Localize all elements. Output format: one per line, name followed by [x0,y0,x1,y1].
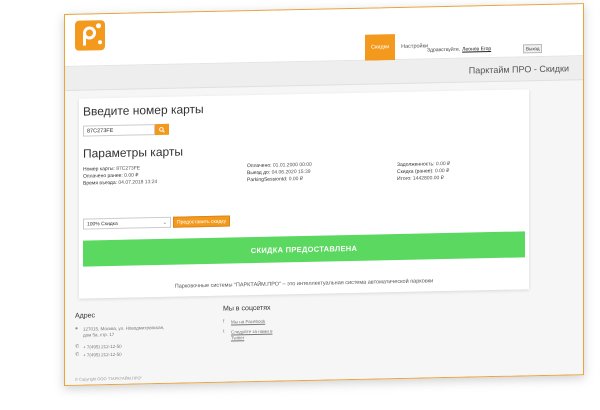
tagline-text: Парковочные системы "ПАРКТАЙМ.ПРО" – это… [174,278,434,290]
discount-select[interactable]: 100% Скидка ⌄ [83,216,171,230]
address-row: ● 127015, Москва, ул. Новодмитровская, д… [75,324,165,338]
address-heading: Адрес [75,312,96,320]
chevron-down-icon: ⌄ [162,219,167,226]
facebook-icon: f [223,318,225,325]
phone-row-1: ✆ + 7(495) 212-12-50 [75,343,122,350]
social-heading: Мы в соцсетях [223,304,271,313]
page-footer: Адрес ● 127015, Москва, ул. Новодмитровс… [65,296,583,387]
param-row: ParkingSessionId: 0.00 ₽ [247,175,304,184]
copyright-text: © Copyright ООО "ПАРКТАЙМ.ПРО" [75,375,142,382]
location-pin-icon: ● [75,325,79,332]
twitter-icon: t [223,328,225,335]
params-column-3: Задолженность: 0.00 ₽ Скидка (ранее): 0.… [397,161,450,183]
params-column-1: Номер карты: 87C273FE Оплачено ранее: 0.… [83,165,157,188]
discount-select-value: 100% Скидка [87,220,118,228]
search-button[interactable] [155,123,169,136]
card-params-heading: Параметры карты [83,144,184,161]
main-nav: Скидки Настройки [365,33,434,61]
user-name-link[interactable]: Леонов Егор [462,46,491,53]
card-number-input[interactable] [83,124,155,137]
facebook-row: f Мы на Facebook [223,319,265,326]
browser-window: Скидки Настройки Здравствуйте, Леонов Его… [64,3,584,387]
phone-icon: ✆ [75,343,80,350]
search-icon [159,126,165,133]
params-column-2: Оплачено: 01.01.2000 00:00 Выезд до: 04.… [247,162,312,184]
phone-icon: ✆ [75,351,80,358]
logout-button[interactable]: Выход [523,43,543,54]
facebook-link[interactable]: Мы на Facebook [231,319,265,326]
param-row: Время въезда: 04.07.2018 13:24 [83,179,158,187]
apply-discount-button[interactable]: Предоставить скидку [173,215,231,228]
screenshot-stage: Скидки Настройки Здравствуйте, Леонов Его… [0,0,600,410]
parktime-logo[interactable] [75,20,105,51]
card-panel: Введите номер карты Параметры карты Номе… [79,89,529,299]
tab-discounts[interactable]: Скидки [365,34,396,61]
page-title: Парктайм ПРО - Скидки [468,63,569,76]
phone-row-2: ✆ + 7(495) 212-12-50 [75,351,122,358]
user-greeting: Здравствуйте, Леонов Егор [427,46,492,54]
twitter-row: t Следуйте за нами в Twitter [223,329,272,342]
param-row: Итого: 1442800.00 ₽ [397,175,444,183]
card-number-heading: Введите номер карты [83,102,204,119]
discount-applied-button[interactable]: СКИДКА ПРЕДОСТАВЛЕНА [83,231,525,267]
twitter-link[interactable]: Следуйте за нами в Twitter [231,329,272,342]
